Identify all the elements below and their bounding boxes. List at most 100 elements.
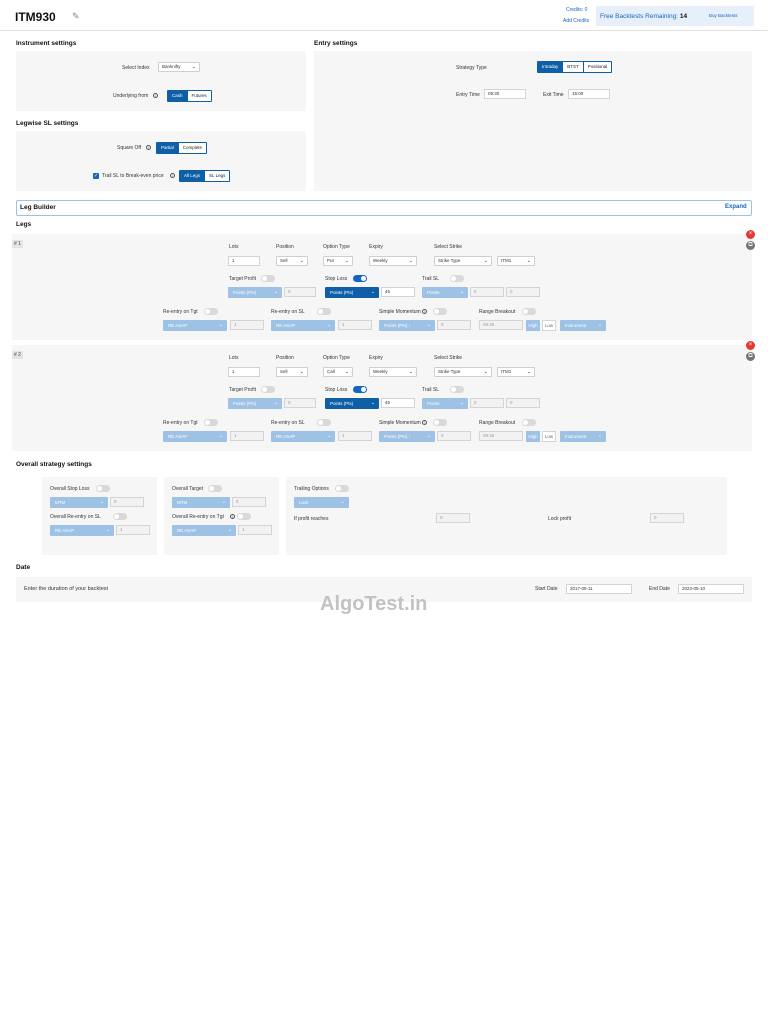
range-high-button[interactable]: High [526, 320, 540, 331]
target-profit-unit-select[interactable]: Points (Pts) ⌄ [228, 398, 282, 409]
range-high-button[interactable]: High [526, 431, 540, 442]
position-select[interactable]: Sell ⌄ [276, 367, 308, 377]
lots-input[interactable]: 1 [228, 367, 260, 377]
trail-sl-y-input[interactable]: 0 [506, 287, 540, 297]
trail-sl-x-input[interactable]: 0 [470, 398, 504, 408]
overall-reentry-tgt-count[interactable]: 1 [238, 525, 272, 535]
stop-loss-unit-select[interactable]: Points (Pts) ⌄ [325, 398, 379, 409]
range-low-button[interactable]: Low [542, 320, 556, 331]
overall-reentry-sl-count[interactable]: 1 [116, 525, 150, 535]
strategy-intraday[interactable]: Intraday [538, 62, 564, 72]
trail-sl-toggle[interactable] [450, 386, 464, 393]
strike-type-select[interactable]: Strike Type ⌄ [434, 256, 492, 266]
trail-sl-unit-select[interactable]: Points ⌄ [422, 398, 468, 409]
copy-leg-icon[interactable]: ⧉ [746, 241, 755, 250]
stop-loss-toggle[interactable] [353, 386, 367, 393]
exit-time-input[interactable]: 15:00 [568, 89, 610, 99]
strategy-type-toggle[interactable]: Intraday BTST Positional [537, 61, 613, 73]
stop-loss-input[interactable]: 45 [381, 398, 415, 408]
strike-select[interactable]: ITM1 ⌄ [497, 256, 535, 266]
trailing-options-toggle[interactable] [335, 485, 349, 492]
reentry-tgt-toggle[interactable] [204, 419, 218, 426]
trail-sl-x-input[interactable]: 0 [470, 287, 504, 297]
trail-sl-y-input[interactable]: 0 [506, 398, 540, 408]
overall-target-input[interactable]: 0 [232, 497, 266, 507]
position-select[interactable]: Sell ⌄ [276, 256, 308, 266]
reentry-tgt-toggle[interactable] [204, 308, 218, 315]
reentry-tgt-count[interactable]: 1 [230, 320, 264, 330]
range-breakout-toggle[interactable] [522, 308, 536, 315]
reentry-sl-count[interactable]: 1 [338, 431, 372, 441]
entry-time-input[interactable]: 09:30 [484, 89, 526, 99]
stop-loss-input[interactable]: 45 [381, 287, 415, 297]
range-time-input[interactable]: 09:45 [479, 431, 523, 441]
copy-leg-icon[interactable]: ⧉ [746, 352, 755, 361]
trail-sl-legs[interactable]: SL Legs [205, 171, 230, 181]
reentry-sl-toggle[interactable] [317, 308, 331, 315]
underlying-toggle[interactable]: Cash Futures [167, 90, 212, 102]
target-profit-toggle[interactable] [261, 275, 275, 282]
overall-stop-loss-input[interactable]: 0 [110, 497, 144, 507]
range-breakout-toggle[interactable] [522, 419, 536, 426]
target-profit-input[interactable]: 0 [284, 398, 316, 408]
leg-builder-bar[interactable] [16, 200, 752, 216]
simple-momentum-toggle[interactable] [433, 308, 447, 315]
range-instrument-select[interactable]: Instrument ⌄ [560, 431, 606, 442]
strategy-btst[interactable]: BTST [563, 62, 584, 72]
option-type-select[interactable]: Call ⌄ [323, 367, 353, 377]
simple-momentum-toggle[interactable] [433, 419, 447, 426]
if-profit-reaches-input[interactable]: 0 [436, 513, 470, 523]
trail-all-legs[interactable]: All Legs [180, 171, 206, 181]
select-index-dropdown[interactable]: Banknifty ⌄ [158, 62, 200, 72]
underlying-futures[interactable]: Futures [187, 91, 211, 101]
overall-reentry-tgt-toggle[interactable] [237, 513, 251, 520]
reentry-sl-select[interactable]: RE ASAP ⌄ [271, 431, 335, 442]
trail-sl-checkbox[interactable]: ✓ [93, 173, 99, 179]
start-date-input[interactable]: 2017-05-11 [566, 584, 632, 594]
remove-leg-icon[interactable]: × [746, 341, 755, 350]
overall-reentry-tgt-select[interactable]: RE ASAP ⌄ [172, 525, 236, 536]
overall-stop-loss-unit-select[interactable]: MTM ⌄ [50, 497, 108, 508]
strike-select[interactable]: ITM1 ⌄ [497, 367, 535, 377]
lots-input[interactable]: 1 [228, 256, 260, 266]
reentry-sl-select[interactable]: RE ASAP ⌄ [271, 320, 335, 331]
option-type-select[interactable]: Put ⌄ [323, 256, 353, 266]
simple-momentum-select[interactable]: Points (Pts) ↑ ⌄ [379, 431, 435, 442]
trailing-options-select[interactable]: Lock ⌄ [294, 497, 349, 508]
buy-backtests-button[interactable]: Buy Backtests [709, 13, 738, 18]
reentry-sl-toggle[interactable] [317, 419, 331, 426]
simple-momentum-select[interactable]: Points (Pts) ↑ ⌄ [379, 320, 435, 331]
lock-profit-input[interactable]: 0 [650, 513, 684, 523]
overall-reentry-sl-toggle[interactable] [113, 513, 127, 520]
overall-reentry-sl-select[interactable]: RE ASAP ⌄ [50, 525, 114, 536]
range-time-input[interactable]: 09:45 [479, 320, 523, 330]
stop-loss-unit-select[interactable]: Points (Pts) ⌄ [325, 287, 379, 298]
trail-sl-toggle[interactable] [450, 275, 464, 282]
strike-type-select[interactable]: Strike Type ⌄ [434, 367, 492, 377]
reentry-tgt-select[interactable]: RE ASAP ⌄ [163, 320, 227, 331]
add-credits-link[interactable]: Add Credits [563, 18, 589, 24]
square-off-toggle[interactable]: Partial Complete [156, 142, 208, 154]
reentry-sl-count[interactable]: 1 [338, 320, 372, 330]
target-profit-input[interactable]: 0 [284, 287, 316, 297]
target-profit-toggle[interactable] [261, 386, 275, 393]
simple-momentum-input[interactable]: 0 [437, 431, 471, 441]
overall-target-toggle[interactable] [208, 485, 222, 492]
end-date-input[interactable]: 2023-05-10 [678, 584, 744, 594]
range-low-button[interactable]: Low [542, 431, 556, 442]
reentry-tgt-count[interactable]: 1 [230, 431, 264, 441]
square-off-complete[interactable]: Complete [178, 143, 207, 153]
simple-momentum-input[interactable]: 0 [437, 320, 471, 330]
expiry-select[interactable]: Weekly ⌄ [369, 256, 417, 266]
stop-loss-toggle[interactable] [353, 275, 367, 282]
expand-button[interactable]: Expand [725, 204, 747, 210]
expiry-select[interactable]: Weekly ⌄ [369, 367, 417, 377]
target-profit-unit-select[interactable]: Points (Pts) ⌄ [228, 287, 282, 298]
trail-legs-toggle[interactable]: All Legs SL Legs [179, 170, 231, 182]
remove-leg-icon[interactable]: × [746, 230, 755, 239]
underlying-cash[interactable]: Cash [168, 91, 188, 101]
square-off-partial[interactable]: Partial [157, 143, 179, 153]
reentry-tgt-select[interactable]: RE ASAP ⌄ [163, 431, 227, 442]
edit-title-icon[interactable]: ✎ [72, 11, 80, 22]
range-instrument-select[interactable]: Instrument ⌄ [560, 320, 606, 331]
